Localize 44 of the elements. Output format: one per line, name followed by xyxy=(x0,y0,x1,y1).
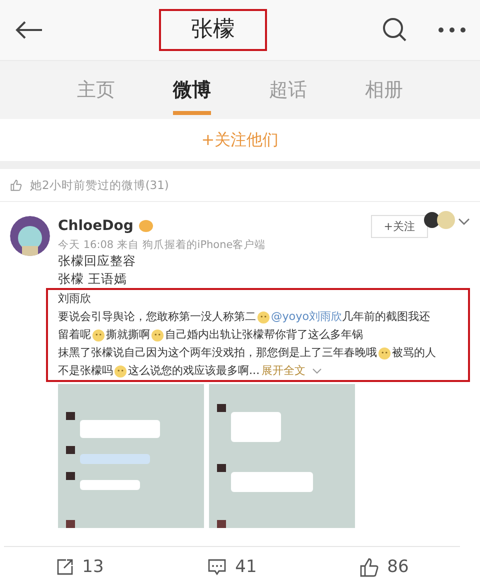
tab[interactable]: 主页 xyxy=(77,73,115,115)
post-text: 不是张檬吗 xyxy=(58,363,113,379)
post-meta: 今天 16:08 来自 狗爪握着的iPhone客户端 xyxy=(58,238,267,252)
follow-all-button[interactable]: +关注他们 xyxy=(195,128,285,152)
liked-notice[interactable]: 她2小时前赞过的微博(31) xyxy=(30,178,169,192)
post-text: 张檬 王语嫣 xyxy=(58,270,128,288)
tab[interactable]: 超话 xyxy=(269,73,307,115)
smiley-icon xyxy=(92,328,105,342)
smiley-icon xyxy=(114,364,127,378)
share-icon xyxy=(56,558,74,576)
post-text: 自己婚内出轨让张檬帮你背了这么多年锅 xyxy=(165,327,363,343)
post-text: ... xyxy=(249,363,260,379)
follow-button[interactable]: +关注 xyxy=(370,215,428,238)
comment-icon xyxy=(207,558,228,576)
post-text: 撕就撕啊 xyxy=(106,327,150,343)
chevron-down-icon[interactable] xyxy=(458,218,470,226)
repost-button[interactable]: 13 xyxy=(4,556,156,578)
more-icon[interactable] xyxy=(438,27,466,33)
thumbs-up-icon xyxy=(10,179,22,191)
like-button[interactable]: 86 xyxy=(308,556,460,578)
badge-icon xyxy=(139,220,154,232)
post-text: 张檬回应整容 xyxy=(58,252,137,270)
avatar[interactable] xyxy=(10,216,50,256)
post-text: 被骂的人 xyxy=(392,345,436,361)
post-text: 刘雨欣 xyxy=(58,291,91,307)
comment-button[interactable]: 41 xyxy=(156,556,308,578)
chevron-down-icon xyxy=(312,368,322,374)
back-icon[interactable] xyxy=(14,20,44,40)
post-text: 抹黑了张檬说自己因为这个两年没戏拍，那您倒是上了三年春晚哦 xyxy=(58,345,377,361)
post-text: 留着呢 xyxy=(58,327,91,343)
smiley-icon xyxy=(151,328,164,342)
expand-link[interactable]: 展开全文 xyxy=(262,362,306,380)
tab[interactable]: 微博 xyxy=(173,73,211,115)
mention-link[interactable]: @yoyo刘雨欣 xyxy=(271,308,342,326)
page-title: 张檬 xyxy=(159,9,267,51)
smiley-icon xyxy=(257,310,270,324)
smiley-icon xyxy=(378,346,391,360)
tab[interactable]: 相册 xyxy=(365,73,403,115)
search-icon[interactable] xyxy=(382,17,408,43)
thumbs-up-icon xyxy=(359,557,380,577)
post-text: 要说会引导舆论，您敢称第一没人称第二 xyxy=(58,309,256,325)
author-name[interactable]: ChloeDog xyxy=(58,218,134,234)
post-text: 几年前的截图我还 xyxy=(342,309,430,325)
post-text: 这么说您的戏应该最多啊 xyxy=(128,363,249,379)
